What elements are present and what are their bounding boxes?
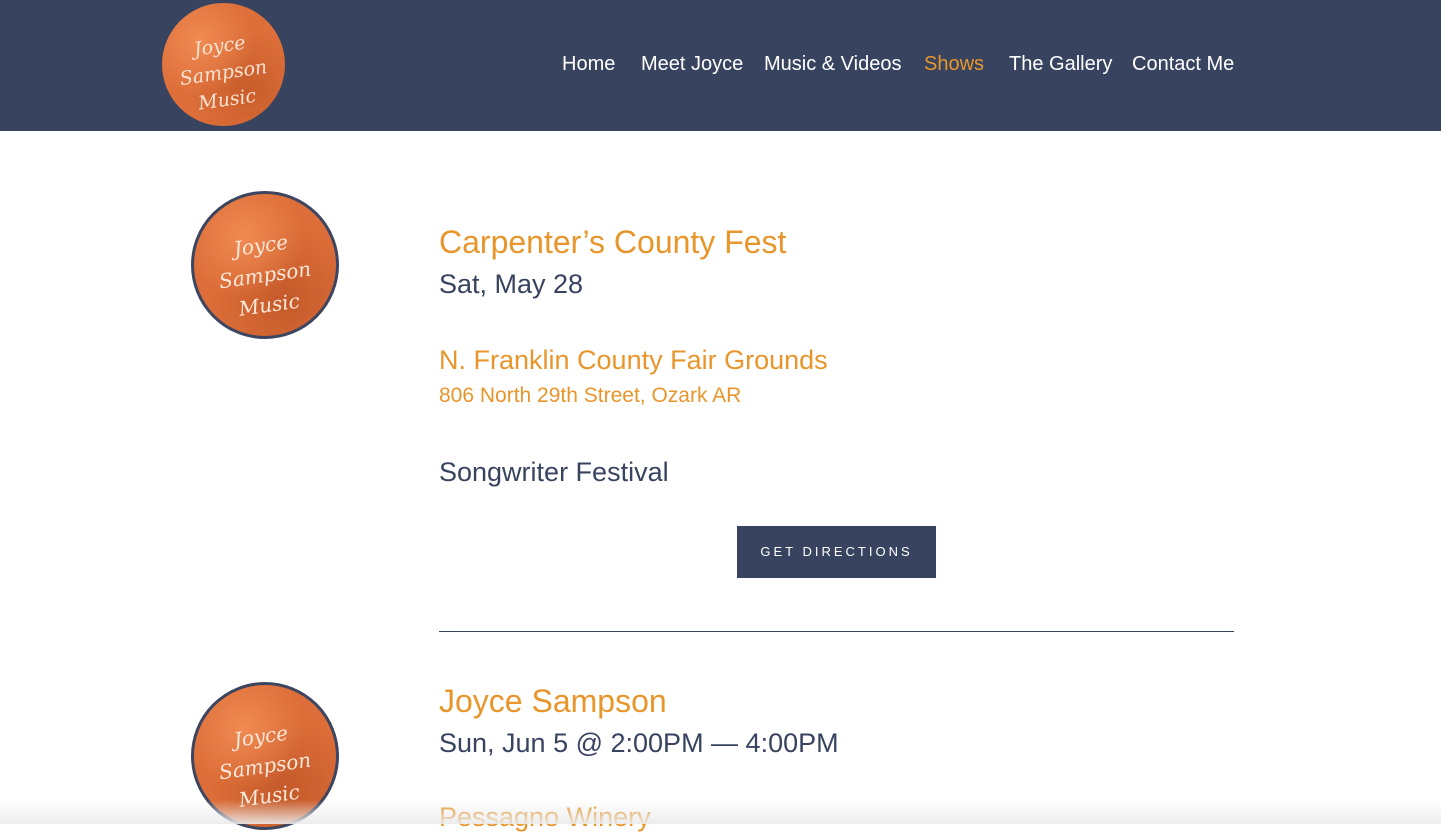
site-logo[interactable]: Joyce Sampson Music bbox=[162, 3, 285, 126]
nav-item-music-videos[interactable]: Music & Videos bbox=[764, 49, 901, 79]
event-description: Songwriter Festival bbox=[439, 457, 669, 487]
event-thumbnail[interactable]: Joyce Sampson Music bbox=[191, 191, 339, 339]
event-address: 806 North 29th Street, Ozark AR bbox=[439, 384, 742, 407]
event-date: Sat, May 28 bbox=[439, 269, 584, 299]
event-title[interactable]: Carpenter’s County Fest bbox=[439, 222, 786, 262]
site-header: Joyce Sampson Music Home Meet Joyce Musi… bbox=[0, 0, 1441, 131]
event-title[interactable]: Joyce Sampson bbox=[439, 681, 667, 721]
nav-item-contact-me[interactable]: Contact Me bbox=[1132, 49, 1234, 79]
event-divider bbox=[439, 631, 1234, 632]
nav-item-the-gallery[interactable]: The Gallery bbox=[1009, 49, 1112, 79]
thumbnail-text: Joyce Sampson Music bbox=[194, 221, 336, 330]
logo-text: Joyce Sampson Music bbox=[162, 25, 285, 122]
get-directions-button[interactable]: GET DIRECTIONS bbox=[737, 526, 936, 578]
nav-item-shows[interactable]: Shows bbox=[924, 49, 984, 79]
event-date: Sun, Jun 5 @ 2:00PM — 4:00PM bbox=[439, 728, 839, 758]
page-bottom-fade bbox=[0, 800, 1441, 824]
event-venue[interactable]: N. Franklin County Fair Grounds bbox=[439, 343, 828, 377]
nav-item-meet-joyce[interactable]: Meet Joyce bbox=[641, 49, 743, 79]
nav-item-home[interactable]: Home bbox=[562, 49, 615, 79]
